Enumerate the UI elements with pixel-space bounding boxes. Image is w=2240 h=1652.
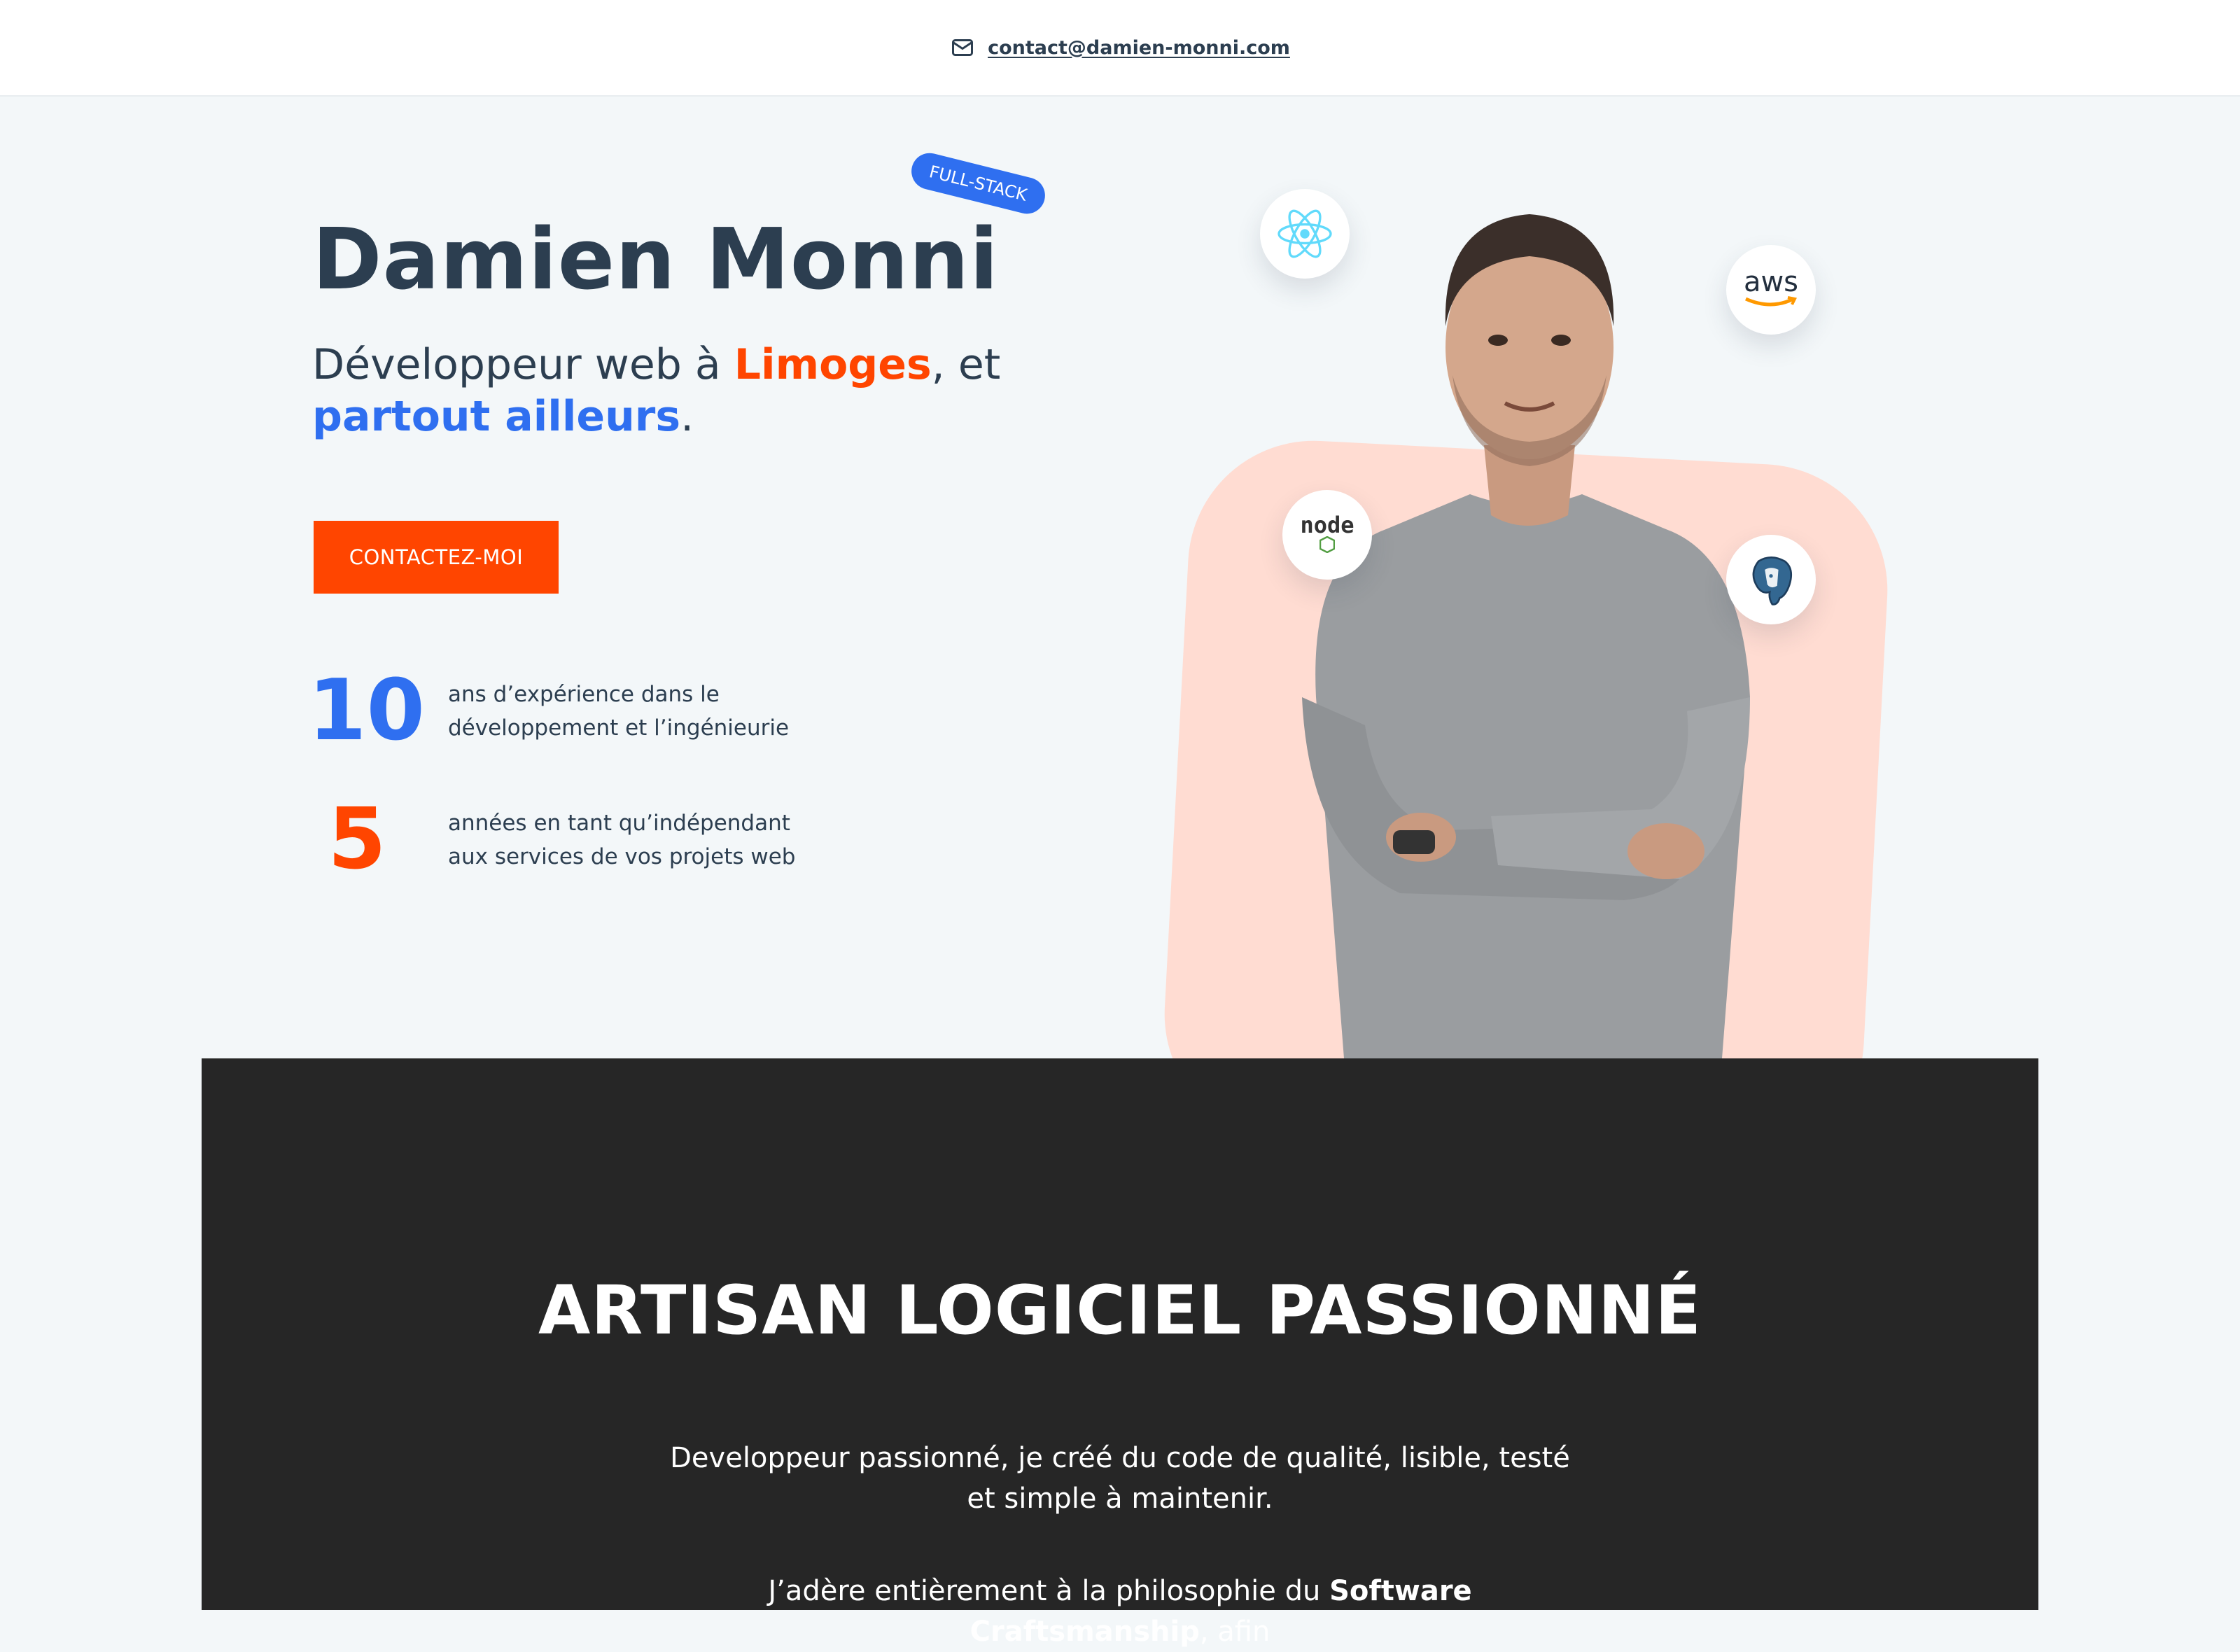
stat-description: années en tant qu’indépendant aux servic… (448, 806, 812, 874)
about-text-end: , afin (1199, 1616, 1270, 1648)
stat-line: ans d’expérience dans le (448, 682, 720, 707)
contact-button[interactable]: CONTACTEZ-MOI (314, 521, 559, 594)
stat-freelance: 5 années en tant qu’indépendant aux serv… (308, 798, 812, 882)
stat-number: 10 (308, 662, 425, 760)
top-bar: contact@damien-monni.com (0, 0, 2240, 97)
page-title: Damien Monni (312, 211, 1000, 309)
subtitle-text: Développeur web à (312, 340, 734, 389)
stat-number: 5 (328, 791, 386, 888)
stat-line: aux services de vos projets web (448, 844, 796, 869)
node-icon: node (1282, 490, 1372, 580)
node-label: node (1300, 512, 1354, 538)
about-title: ARTISAN LOGICIEL PASSIONNÉ (538, 1271, 1702, 1350)
about-paragraph-2: J’adère entièrement à la philosophie du … (665, 1571, 1575, 1652)
stat-line: développement et l’ingénieurie (448, 715, 790, 741)
stat-line: années en tant qu’indépendant (448, 811, 790, 836)
about-section: ARTISAN LOGICIEL PASSIONNÉ Developpeur p… (202, 1058, 2038, 1648)
about-text: J’adère entièrement à la philosophie du (768, 1575, 1330, 1607)
subtitle-city: Limoges (734, 340, 932, 389)
stat-description: ans d’expérience dans le développement e… (448, 678, 812, 745)
portrait-photo (1302, 214, 1750, 1058)
react-icon (1260, 189, 1350, 279)
hero-subtitle: Développeur web à Limoges, et partout ail… (312, 339, 1012, 442)
hero-section: Damien Monni FULL-STACK Développeur web … (0, 95, 2240, 1170)
subtitle-end: . (680, 392, 694, 441)
subtitle-text-2: , et (931, 340, 1001, 389)
aws-icon: aws (1726, 245, 1816, 335)
subtitle-elsewhere: partout ailleurs (312, 392, 681, 441)
aws-label: aws (1743, 266, 1799, 298)
fullstack-badge: FULL-STACK (907, 149, 1049, 218)
postgresql-icon (1726, 535, 1816, 624)
stat-experience: 10 ans d’expérience dans le développemen… (308, 669, 812, 753)
contact-email-link[interactable]: contact@damien-monni.com (988, 37, 1290, 59)
mail-icon (950, 35, 975, 60)
about-paragraph: Developpeur passionné, je créé du code d… (670, 1442, 1570, 1515)
portrait-area: aws node (1148, 165, 1932, 1170)
